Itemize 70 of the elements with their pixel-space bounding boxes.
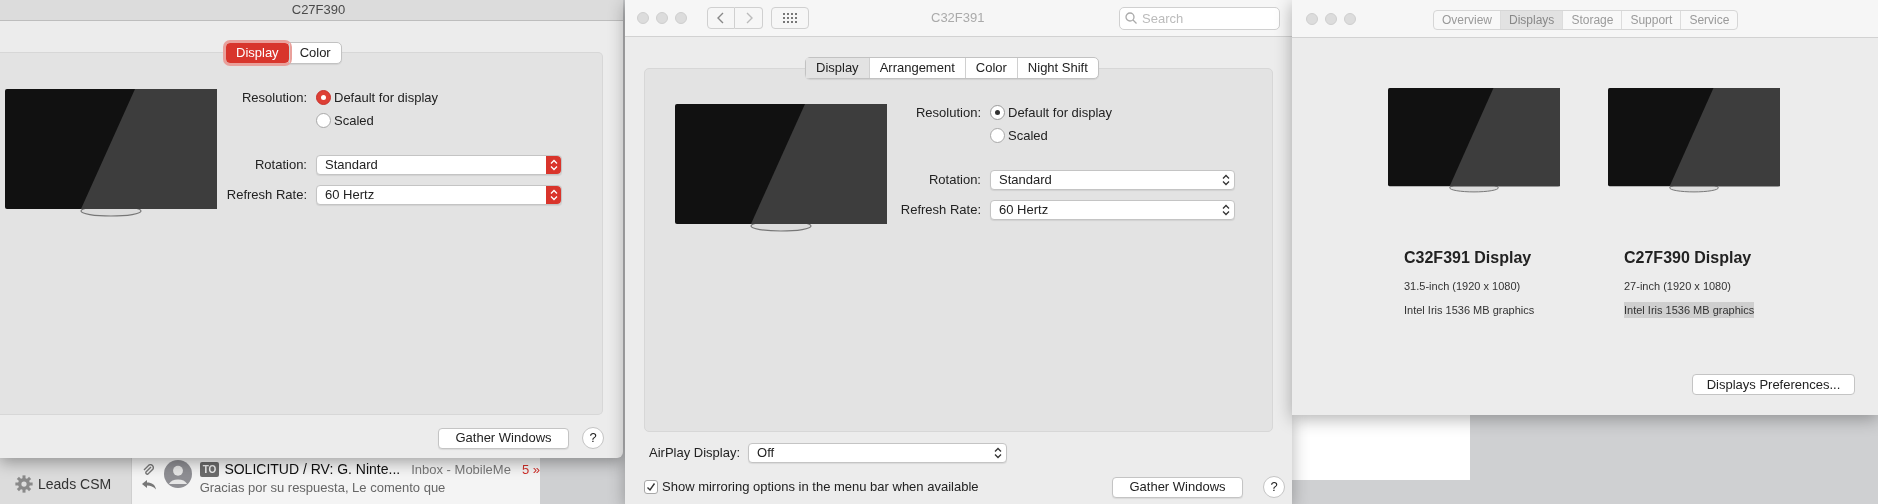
mailbox-name: Inbox - MobileMe [411,461,511,479]
dropdown[interactable]: 60 Hertz [316,185,562,205]
gear-icon [15,475,33,493]
stepper-icon [1222,204,1230,216]
stepper-icon [546,186,561,204]
dropdown[interactable]: Off [748,443,1008,463]
forward-icon [744,12,753,24]
window-control-icon[interactable] [637,12,649,24]
checkbox-label: Show mirroring options in the menu bar when available [662,478,979,497]
tab[interactable]: Display [806,58,869,78]
radio-button[interactable] [990,105,1005,121]
window-title: C27F390 [290,1,346,20]
resolution-label: Resolution: [240,89,307,107]
sidebar-item[interactable]: Leads CSM [15,474,131,494]
dropdown[interactable]: Standard [316,155,562,175]
stepper-icon [546,156,561,174]
resolution-label: Resolution: [914,104,981,122]
stepper-icon [994,447,1003,459]
display-name: C27F390 Display [1624,248,1753,268]
avatar-icon [163,460,192,488]
window-control-icon[interactable] [675,12,687,24]
radio-label: Default for display [334,89,439,107]
back-icon [717,12,725,24]
radio-label: Scaled [1008,126,1048,145]
radio-label: Default for display [1008,104,1113,122]
tab[interactable]: Display [226,43,289,63]
refresh-rate-label: Refresh Rate: [225,186,307,205]
refresh-rate-label: Refresh Rate: [899,201,981,220]
forward-button[interactable] [735,7,763,29]
display-size: 27-inch (1920 x 1080) [1624,279,1732,294]
search-field[interactable]: Search [1119,7,1280,30]
airplay-label: AirPlay Display: [649,444,741,463]
rotation-label: Rotation: [253,156,307,175]
graphics-info: Intel Iris 1536 MB graphics [1624,301,1755,318]
paperclip-icon [141,464,154,476]
display-name: C32F391 Display [1404,248,1533,268]
window-control-icon[interactable] [1344,12,1356,25]
radio-button[interactable] [316,90,331,106]
message-subject[interactable]: SOLICITUD / RV: G. Ninte... [224,461,401,479]
radio-button[interactable] [990,127,1005,143]
gather-windows-button[interactable]: Gather Windows [438,427,569,449]
gather-windows-button[interactable]: Gather Windows [1112,476,1243,498]
tab[interactable]: Color [288,43,341,63]
search-icon [1125,12,1137,24]
help-button[interactable]: ? [1263,476,1285,498]
help-button[interactable]: ? [582,427,604,449]
checkbox[interactable] [644,480,658,494]
window-control-icon[interactable] [656,12,668,24]
back-button[interactable] [707,7,735,29]
tag-badge: TO [199,462,220,478]
dropdown[interactable]: Standard [990,170,1235,190]
reply-icon [141,480,156,490]
message-preview: Gracias por su respuesta, Le comento que [199,479,447,496]
window-control-icon[interactable] [1306,12,1318,25]
thread-count: 5 » [521,461,540,479]
window-title: C32F391 [931,9,985,28]
stepper-icon [1222,174,1230,186]
displays-preferences-button[interactable]: Displays Preferences... [1692,374,1855,395]
graphics-info: Intel Iris 1536 MB graphics [1404,302,1535,318]
dropdown[interactable]: 60 Hertz [990,200,1235,220]
tab[interactable]: Color [964,58,1017,78]
tab[interactable]: Night Shift [1016,58,1098,78]
show-all-button[interactable] [771,7,809,29]
radio-label: Scaled [334,111,374,130]
window-control-icon[interactable] [1325,12,1337,25]
radio-button[interactable] [316,112,331,128]
rotation-label: Rotation: [927,171,981,190]
display-size: 31.5-inch (1920 x 1080) [1404,279,1522,294]
tab[interactable]: Arrangement [868,58,965,78]
grid-icon [783,13,797,23]
